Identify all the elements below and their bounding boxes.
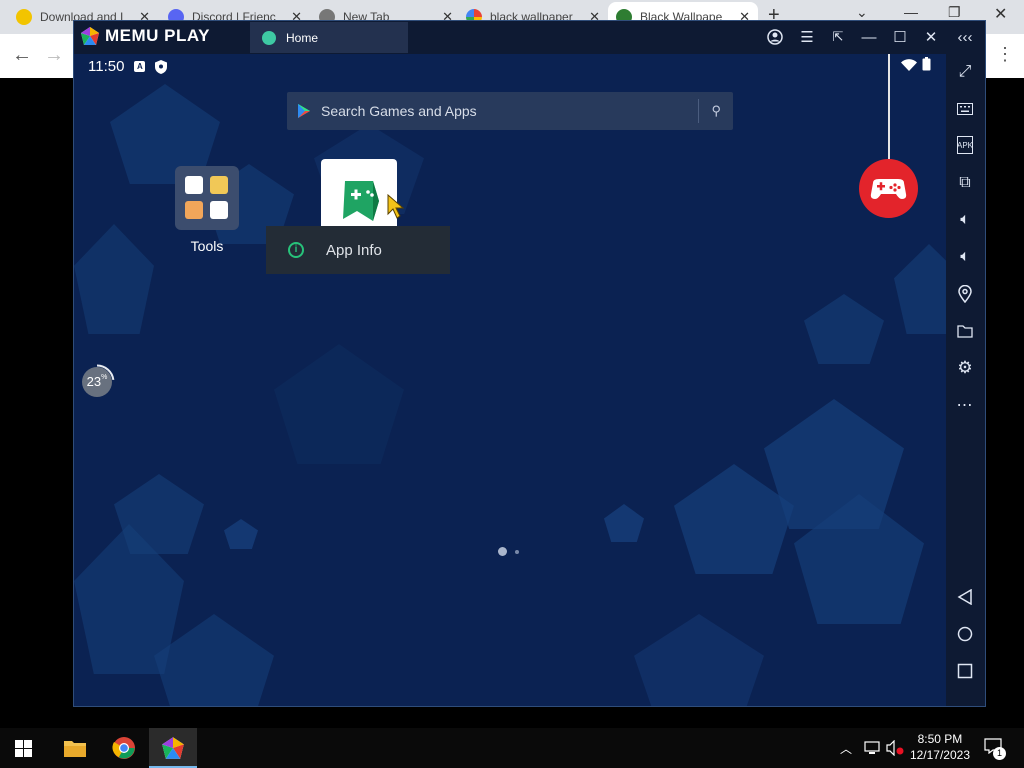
tools-label: Tools [190,238,224,254]
keyboard-icon[interactable] [955,99,975,119]
wifi-icon [901,59,917,71]
home-tab-icon [262,30,276,45]
gallery-icon [210,176,228,194]
account-icon[interactable] [766,28,784,46]
background-shape [224,519,258,549]
memu-taskbar-button[interactable] [149,728,197,768]
recents-icon[interactable] [955,661,975,681]
background-shape [634,614,764,706]
files-icon [185,201,203,219]
maximize-icon[interactable]: ☐ [891,28,909,46]
chrome-icon[interactable] [112,736,136,760]
volume-muted-icon[interactable] [886,740,904,756]
multi-instance-icon[interactable]: ⧉ [955,173,975,193]
gamepad-icon [870,179,907,199]
shield-icon [155,59,168,74]
tab-home[interactable]: Home [250,22,408,53]
background-shape [894,244,946,334]
page-indicator [498,547,519,556]
background-shape [604,504,644,542]
fullscreen-icon[interactable]: ⤢ [955,62,975,82]
search-icon[interactable]: ⚲ [711,103,721,119]
gamepad-button[interactable] [859,159,918,218]
clock-date: 12/17/2023 [909,748,970,762]
home-icon[interactable] [955,624,975,644]
memu-logo: MEMU PLAY [80,26,210,46]
search-divider [698,99,700,123]
minimize-icon[interactable]: — [904,4,918,20]
minimize-icon[interactable]: — [860,28,878,46]
gamepad-tether [888,54,890,164]
folder-icon[interactable] [955,321,975,341]
notification-count: 1 [993,747,1006,760]
forward-arrow-icon[interactable]: → [44,44,64,67]
windows-start-icon[interactable] [15,740,32,757]
search-games-bar[interactable]: Search Games and Apps ⚲ [287,92,733,130]
close-icon[interactable]: ✕ [994,4,1007,24]
play-store-icon [298,104,310,118]
more-vert-icon[interactable]: ⋮ [996,44,1014,65]
memu-title-bar: MEMU PLAY Home ☰ ⇱ — ☐ ✕ ‹‹‹ [74,21,985,54]
more-icon[interactable]: ⋯ [955,395,975,415]
network-icon[interactable] [864,741,880,755]
settings-icon[interactable]: ⚙︎ [955,358,975,378]
back-icon[interactable] [955,587,975,607]
location-icon[interactable] [955,284,975,304]
tools-folder[interactable] [175,166,239,230]
boost-progress-indicator[interactable]: 23% [79,364,115,400]
pcloud-icon [16,9,32,25]
tray-overflow-icon[interactable]: ︿ [840,740,852,757]
volume-down-icon[interactable]: 🔈︎ [955,247,975,267]
context-menu-app-info[interactable]: i App Info [266,226,450,274]
battery-icon [922,57,931,71]
background-shape [804,294,884,364]
tab-home-label: Home [286,30,319,45]
close-icon[interactable]: ✕ [922,28,940,46]
notifications-button[interactable]: 1 [984,738,1006,760]
memu-gem-icon [162,737,184,759]
restore-icon[interactable]: ❐ [948,4,961,21]
background-shape [74,224,154,334]
back-arrow-icon[interactable]: ← [12,44,32,67]
file-explorer-icon[interactable] [63,738,87,758]
background-shape [274,344,404,464]
context-menu-label: App Info [326,241,382,259]
android-status-bar: 11:50 A [88,58,168,75]
page-dot[interactable] [515,549,519,554]
tab-search-icon[interactable]: ⌄ [856,4,868,21]
progress-percent: 23 [86,374,102,389]
mouse-cursor-icon [387,194,405,219]
search-placeholder: Search Games and Apps [321,103,477,119]
status-time: 11:50 [88,58,125,75]
taskbar-clock[interactable]: 8:50 PM 12/17/2023 [910,731,970,763]
page-dot-active[interactable] [498,547,507,556]
menu-icon[interactable]: ☰ [798,28,816,46]
collapse-sidebar-icon[interactable]: ‹‹‹ [956,28,974,46]
memu-right-sidebar: ⤢ APK ⧉ 🔈︎ 🔈︎ ⚙︎ ⋯ [946,54,985,706]
notification-a-icon: A [134,61,146,72]
progress-suffix: % [101,374,108,381]
resize-icon[interactable]: ⇱ [829,28,847,46]
memu-gem-icon [81,27,99,45]
android-screen: 11:50 A Search Games and Apps ⚲ Tools i … [74,54,946,706]
volume-up-icon[interactable]: 🔈︎ [955,210,975,230]
progress-value: 23% [79,374,115,389]
google-icon [185,176,203,194]
memu-window: MEMU PLAY Home ☰ ⇱ — ☐ ✕ ‹‹‹ 11:50 A Sea… [73,20,986,707]
chrome-icon [210,201,228,219]
memu-brand-text: MEMU PLAY [105,26,210,45]
info-icon: i [288,242,304,258]
apk-icon[interactable]: APK [957,136,973,154]
clock-time: 8:50 PM [917,732,963,746]
